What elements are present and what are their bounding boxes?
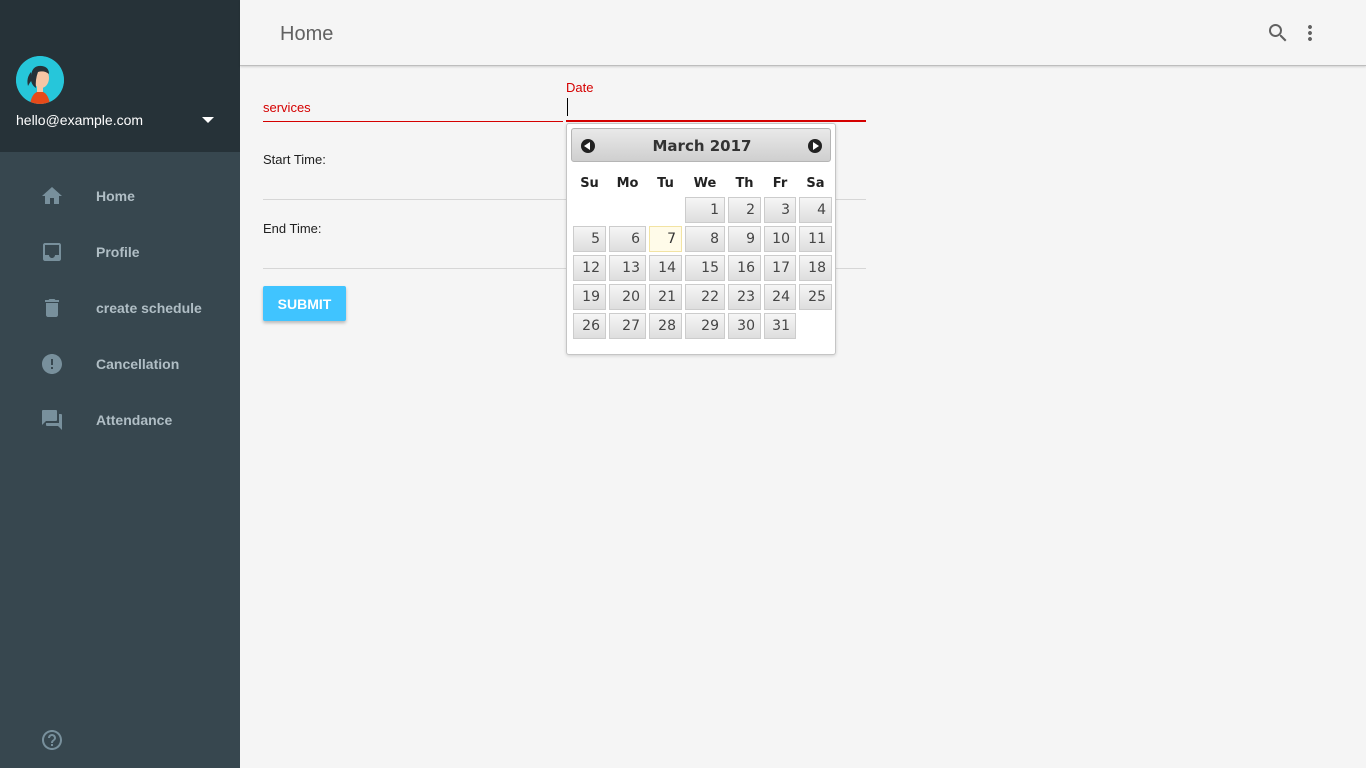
calendar-empty-cell	[609, 197, 646, 223]
sidebar-item-label: Attendance	[96, 412, 173, 428]
calendar-day[interactable]: 1	[685, 197, 725, 223]
calendar-day-today[interactable]: 7	[649, 226, 682, 252]
account-dropdown-icon[interactable]	[202, 117, 214, 123]
sidebar-item-create-schedule[interactable]: create schedule	[0, 280, 240, 336]
weekday-header: Th	[735, 175, 754, 191]
forum-icon	[40, 408, 64, 432]
calendar-day[interactable]: 3	[764, 197, 796, 223]
calendar-day[interactable]: 2	[728, 197, 761, 223]
calendar-day[interactable]: 29	[685, 313, 725, 339]
calendar-day[interactable]: 24	[764, 284, 796, 310]
calendar-week: 12 13 14 15 16 17 18	[573, 255, 832, 281]
sidebar-item-label: Home	[96, 188, 135, 204]
calendar-day[interactable]: 19	[573, 284, 606, 310]
calendar-day[interactable]: 27	[609, 313, 646, 339]
calendar-day[interactable]: 14	[649, 255, 682, 281]
calendar-week: 19 20 21 22 23 24 25	[573, 284, 832, 310]
calendar-grid: Su Mo Tu We Th Fr Sa 1 2 3 4 5 6 7 8 9 10 11 12 13 14 15 16 17…	[570, 169, 835, 342]
account-email: hello@example.com	[16, 112, 144, 128]
calendar-day[interactable]: 31	[764, 313, 796, 339]
calendar-week: 5 6 7 8 9 10 11	[573, 226, 832, 252]
sidebar-item-label: Cancellation	[96, 356, 180, 372]
page-title: Home	[280, 23, 334, 45]
sidebar-header: hello@example.com	[0, 0, 240, 152]
date-label: Date	[566, 80, 594, 95]
alert-icon	[40, 352, 64, 376]
sidebar-item-cancellation[interactable]: Cancellation	[0, 336, 240, 392]
calendar-day[interactable]: 21	[649, 284, 682, 310]
weekday-header: Fr	[772, 175, 788, 191]
sidebar-item-label: Profile	[96, 244, 140, 260]
sidebar-item-profile[interactable]: Profile	[0, 224, 240, 280]
help-icon[interactable]	[40, 728, 64, 752]
calendar-empty-cell	[649, 197, 682, 223]
search-icon[interactable]	[1266, 21, 1290, 45]
calendar-week: 26 27 28 29 30 31	[573, 313, 832, 339]
calendar-day[interactable]: 8	[685, 226, 725, 252]
weekday-header: Mo	[616, 175, 639, 191]
datepicker-title: March 2017	[652, 137, 752, 155]
calendar-day[interactable]: 28	[649, 313, 682, 339]
app-header: Home	[240, 0, 1366, 66]
calendar-empty-cell	[573, 197, 606, 223]
calendar-day[interactable]: 30	[728, 313, 761, 339]
sidebar: hello@example.com Home Profile create sc…	[0, 0, 240, 768]
datepicker: March 2017 Su Mo Tu We Th Fr Sa 1 2 3 4 5 6 7 8 9 10 11 1…	[566, 123, 836, 355]
home-icon	[40, 184, 64, 208]
delete-icon	[40, 296, 64, 320]
weekday-header: Su	[580, 175, 599, 191]
services-field[interactable]: services	[263, 92, 563, 122]
start-time-label: Start Time:	[263, 152, 326, 167]
weekday-header: Tu	[657, 175, 674, 191]
sidebar-item-attendance[interactable]: Attendance	[0, 392, 240, 448]
avatar-image	[16, 56, 64, 104]
inbox-icon	[40, 240, 64, 264]
submit-button[interactable]: SUBMIT	[263, 286, 346, 321]
datepicker-header: March 2017	[571, 128, 831, 162]
calendar-day[interactable]: 15	[685, 255, 725, 281]
calendar-day[interactable]: 6	[609, 226, 646, 252]
more-vert-icon[interactable]	[1298, 21, 1322, 45]
text-caret	[567, 98, 568, 116]
date-input[interactable]	[566, 95, 866, 122]
calendar-day[interactable]: 13	[609, 255, 646, 281]
calendar-day[interactable]: 11	[799, 226, 832, 252]
calendar-day[interactable]: 23	[728, 284, 761, 310]
sidebar-item-label: create schedule	[96, 300, 202, 316]
calendar-day[interactable]: 10	[764, 226, 796, 252]
calendar-day[interactable]: 26	[573, 313, 606, 339]
services-label: services	[263, 100, 311, 115]
sidebar-nav: Home Profile create schedule Cancellatio…	[0, 168, 240, 448]
calendar-week: 1234	[573, 197, 832, 223]
weekday-header: Sa	[806, 175, 825, 191]
calendar-day[interactable]: 4	[799, 197, 832, 223]
calendar-day[interactable]: 12	[573, 255, 606, 281]
calendar-day[interactable]: 22	[685, 284, 725, 310]
calendar-day[interactable]: 20	[609, 284, 646, 310]
calendar-day[interactable]: 18	[799, 255, 832, 281]
avatar[interactable]	[16, 56, 64, 104]
calendar-day[interactable]: 17	[764, 255, 796, 281]
weekday-header: We	[693, 175, 717, 191]
calendar-empty-cell	[799, 313, 832, 339]
end-time-label: End Time:	[263, 221, 322, 236]
calendar-day[interactable]: 9	[728, 226, 761, 252]
calendar-day[interactable]: 16	[728, 255, 761, 281]
calendar-day[interactable]: 25	[799, 284, 832, 310]
calendar-day[interactable]: 5	[573, 226, 606, 252]
sidebar-item-home[interactable]: Home	[0, 168, 240, 224]
next-month-icon[interactable]	[808, 139, 822, 153]
